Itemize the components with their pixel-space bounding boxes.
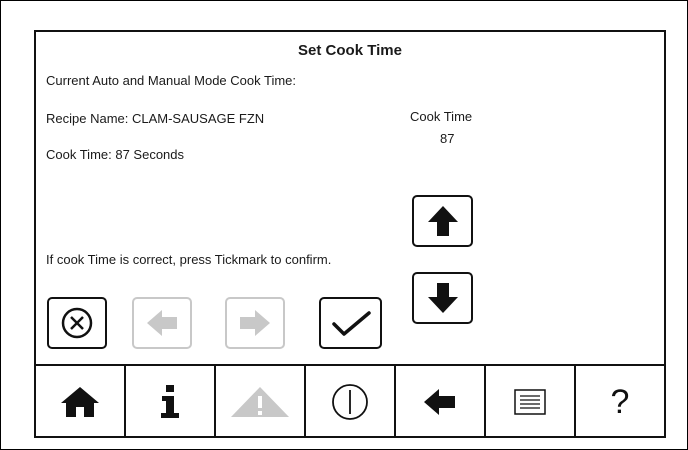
home-icon — [61, 387, 99, 417]
page-title: Set Cook Time — [298, 42, 402, 59]
arrow-up-icon — [427, 206, 458, 236]
cook-time-text: Cook Time: 87 Seconds — [46, 147, 185, 162]
touch-screen: Set Cook Time Current Auto and Manual Mo… — [34, 30, 666, 438]
increase-button[interactable] — [412, 195, 473, 247]
warning-icon — [231, 387, 289, 417]
arrow-left-icon — [147, 310, 177, 336]
cook-time-label: Cook Time — [410, 109, 473, 124]
menu-button[interactable] — [486, 366, 576, 438]
list-icon — [514, 389, 546, 415]
power-button[interactable] — [306, 366, 396, 438]
recipe-name: Recipe Name: CLAM-SAUSAGE FZN — [46, 111, 265, 126]
arrow-down-icon — [427, 283, 458, 313]
cancel-icon — [61, 307, 93, 339]
arrow-right-icon — [240, 310, 270, 336]
info-icon — [161, 385, 179, 418]
help-button[interactable]: ? — [576, 366, 664, 438]
cancel-button[interactable] — [47, 297, 107, 349]
decrease-button[interactable] — [412, 272, 473, 324]
info-button[interactable] — [126, 366, 216, 438]
checkmark-icon — [331, 311, 371, 336]
next-button[interactable] — [225, 297, 285, 349]
bottom-nav-bar: ? — [36, 364, 664, 438]
warning-button[interactable] — [216, 366, 306, 438]
prev-button[interactable] — [132, 297, 192, 349]
instruction-text: If cook Time is correct, press Tickmark … — [46, 252, 332, 267]
help-icon: ? — [610, 382, 630, 421]
home-button[interactable] — [36, 366, 126, 438]
confirm-button[interactable] — [319, 297, 382, 349]
power-icon — [332, 384, 368, 420]
cook-time-value: 87 — [440, 131, 455, 146]
subtitle: Current Auto and Manual Mode Cook Time: — [46, 73, 297, 88]
back-arrow-icon — [424, 389, 455, 415]
back-button[interactable] — [396, 366, 486, 438]
